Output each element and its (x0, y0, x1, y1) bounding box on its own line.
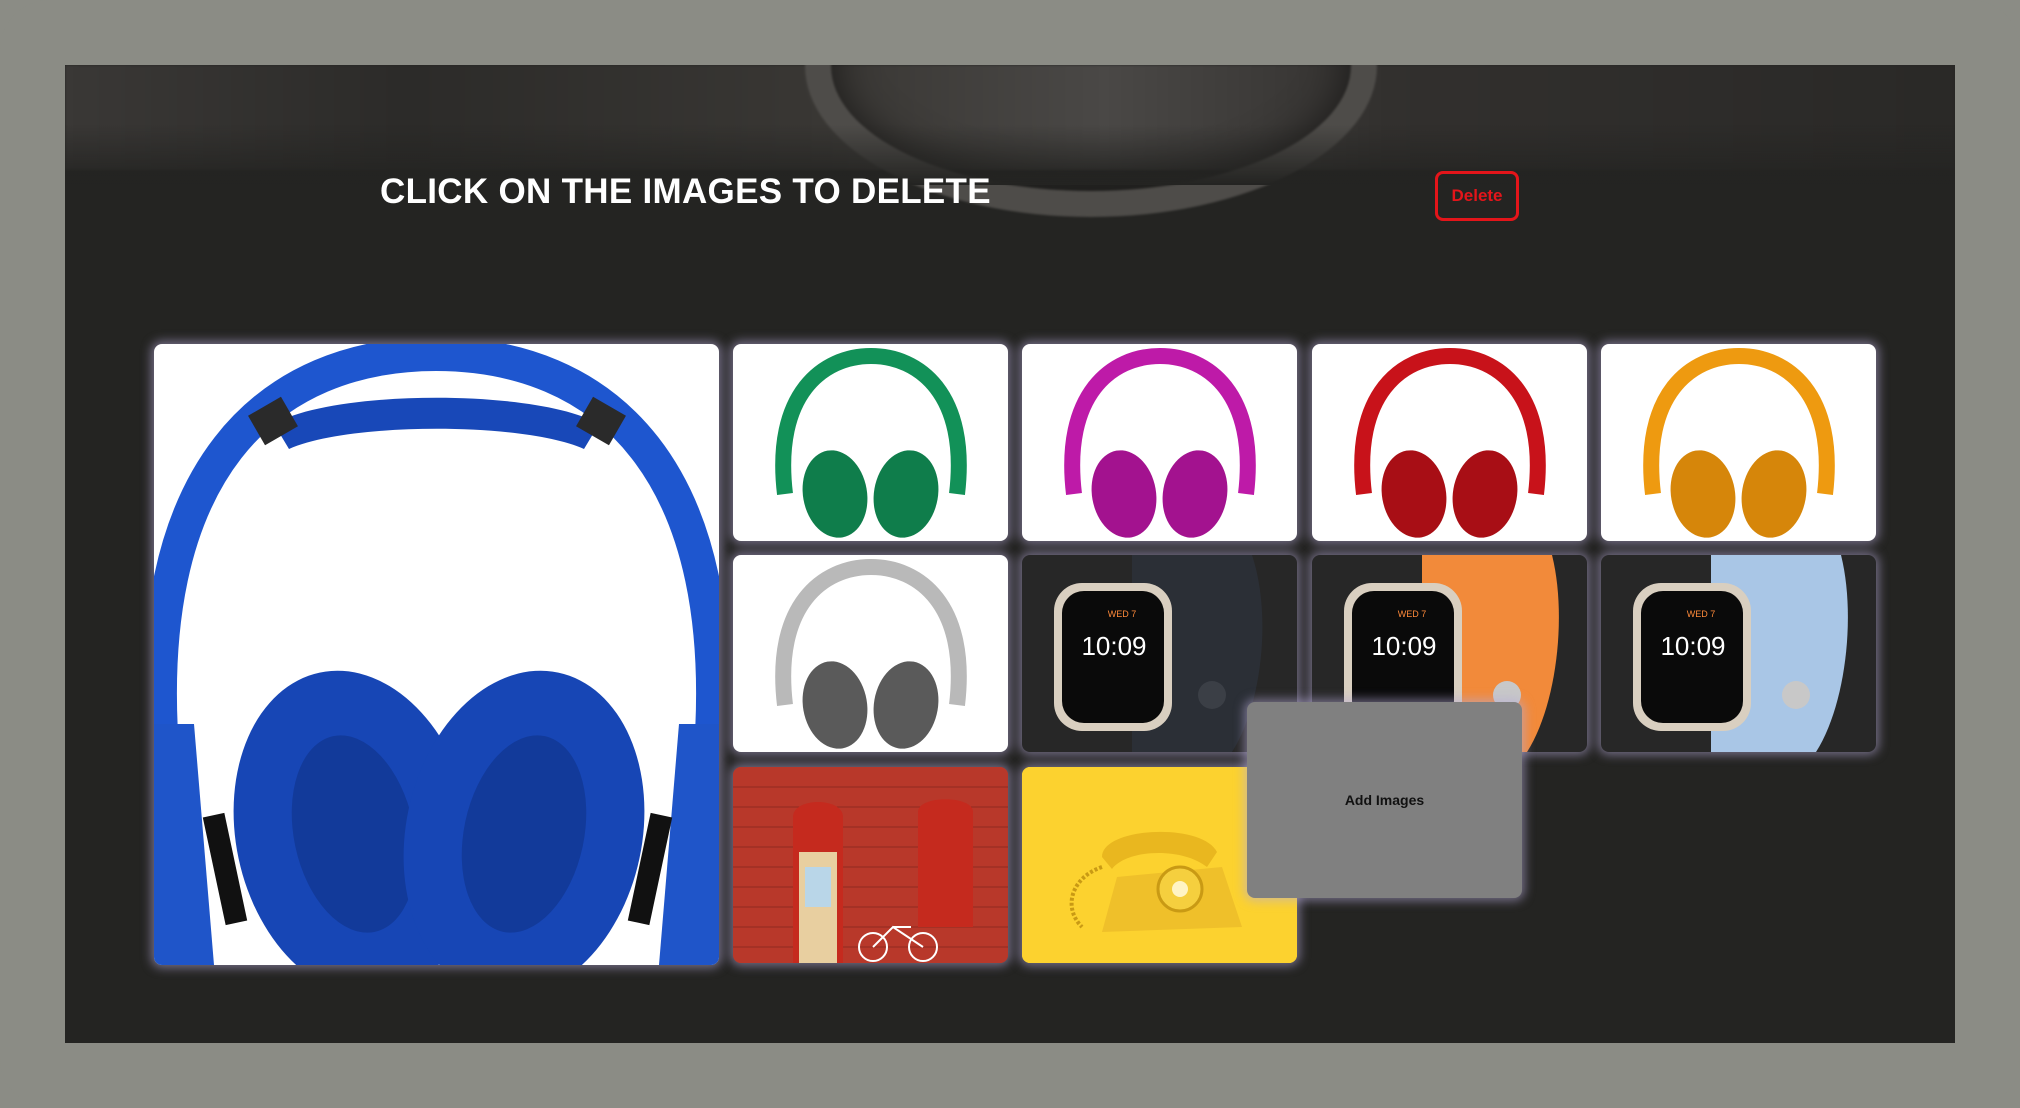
page-title: CLICK ON THE IMAGES TO DELETE (380, 172, 991, 211)
gallery-image-orange-headphones[interactable] (1601, 344, 1876, 541)
headphones-image (1064, 347, 1256, 538)
watch-day: WED 7 (1108, 609, 1137, 619)
brick-wall-image (733, 767, 1008, 963)
headphones-image (775, 558, 967, 749)
headphones-image (775, 347, 967, 538)
watch-time: 10:09 (1660, 631, 1725, 661)
add-images-label: Add Images (1344, 792, 1425, 808)
watch-day: WED 7 (1398, 609, 1427, 619)
watch-day: WED 7 (1687, 609, 1716, 619)
banner-fade (65, 125, 1955, 185)
gallery-image-blue-watch[interactable]: 10:09 WED 7 (1601, 555, 1876, 752)
gallery-image-red-headphones[interactable] (1312, 344, 1587, 541)
headphones-image (154, 344, 719, 965)
gallery-image-brick-wall[interactable] (733, 767, 1008, 963)
gallery-image-silver-headphones[interactable] (733, 555, 1008, 752)
watch-time: 10:09 (1371, 631, 1436, 661)
gallery-image-magenta-headphones[interactable] (1022, 344, 1297, 541)
smartwatch-image: 10:09 WED 7 (1633, 555, 1848, 752)
gallery-image-green-headphones[interactable] (733, 344, 1008, 541)
add-images-button[interactable]: Add Images (1247, 702, 1522, 898)
watch-time: 10:09 (1081, 631, 1146, 661)
headphones-image (1643, 347, 1835, 538)
gallery-image-blue-headphones[interactable] (154, 344, 719, 965)
headphones-image (1354, 347, 1546, 538)
delete-button[interactable]: Delete (1435, 171, 1519, 221)
